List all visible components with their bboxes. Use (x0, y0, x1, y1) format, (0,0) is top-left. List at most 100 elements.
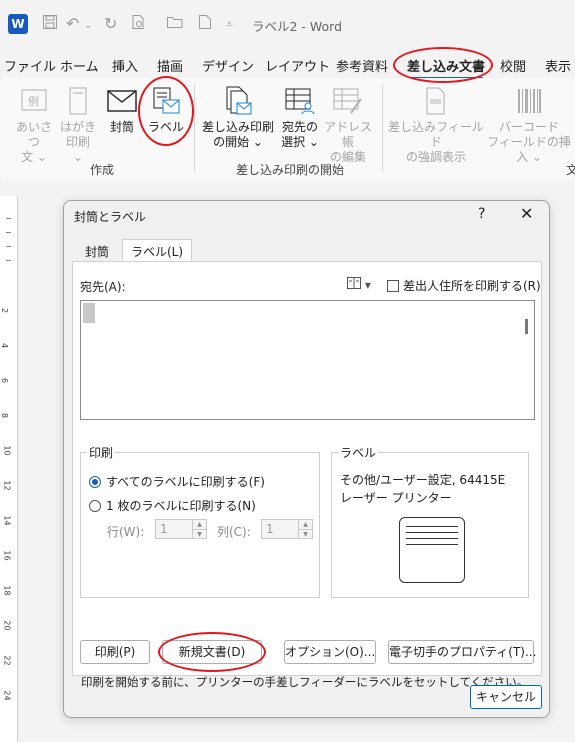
ruler-number: 22 (2, 655, 12, 666)
text-caret (83, 303, 95, 323)
print-single-label-label: 1 枚のラベルに印刷する(N) (106, 499, 256, 513)
print-group-legend: 印刷 (87, 444, 116, 461)
edit-recipient-list-label: アドレス帳 (323, 120, 372, 149)
tab-insert[interactable]: 挿入 (112, 56, 138, 75)
help-button[interactable]: ? (478, 206, 485, 222)
greeting-icon: 例 (19, 86, 49, 116)
redo-icon[interactable]: ↻ (104, 14, 117, 34)
scrollbar[interactable] (525, 319, 528, 334)
mail-merge-icon (223, 86, 253, 116)
ruler-number: 18 (2, 585, 12, 596)
address-book-icon (347, 277, 365, 292)
undo-icon[interactable]: ↶ (66, 14, 79, 34)
column-stepper[interactable]: 1 ▲ ▼ (261, 519, 313, 539)
cancel-button[interactable]: キャンセル (470, 685, 542, 709)
spin-up-icon[interactable]: ▲ (192, 520, 206, 529)
highlight-fields-icon (421, 86, 451, 116)
epostage-properties-button[interactable]: 電子切手のプロパティ(T)... (388, 640, 536, 664)
postcard-print-button[interactable]: はがき 印刷 ⌄ (60, 86, 96, 165)
ruler-number: 8 (0, 412, 10, 419)
labels-icon (151, 86, 181, 116)
chevron-down-icon[interactable]: ⌄ (84, 16, 92, 36)
select-recipients-label: 宛先の (281, 120, 318, 134)
ruler-number: 4 (0, 342, 10, 349)
options-button[interactable]: オプション(O)... (284, 640, 376, 664)
greeting-card-button[interactable]: 例 あいさつ 文 ⌄ (12, 86, 56, 165)
envelope-label: 封筒 (109, 120, 134, 134)
label-preview-image[interactable] (399, 517, 465, 583)
open-folder-icon[interactable] (166, 14, 184, 35)
start-mail-merge-label-2: の開始 ⌄ (213, 135, 263, 149)
chevron-down-icon: ▾ (364, 278, 371, 292)
write-group-label: 文 (566, 163, 575, 177)
labels-button[interactable]: ラベル (146, 86, 186, 135)
customize-qat-icon[interactable]: ⩡ (226, 14, 233, 34)
labels-tab-panel: 宛先(A): ▾ 差出人住所を印刷する(R) 印刷 すべてのラベルに印刷する(F… (72, 261, 542, 689)
insert-barcode-field-button[interactable]: バーコード フィールドの挿入 ⌄ (484, 86, 574, 165)
tab-draw[interactable]: 描画 (157, 56, 183, 75)
ruler-tick (6, 246, 11, 247)
ruler-number: 6 (0, 377, 10, 384)
spin-up-icon[interactable]: ▲ (298, 520, 312, 529)
tab-labels[interactable]: ラベル(L) (122, 239, 193, 261)
radio-dot (89, 500, 101, 512)
save-icon[interactable] (42, 14, 58, 35)
word-logo-icon: W (8, 14, 28, 34)
checkbox-box (387, 280, 399, 292)
ribbon: 例 あいさつ 文 ⌄ はがき 印刷 ⌄ 封筒 ラベル 作成 差し込み印刷 の開始… (0, 78, 575, 180)
insert-barcode-field-label: バーコード (498, 120, 559, 134)
print-preview-icon[interactable] (130, 14, 146, 35)
greeting-card-label-2: 文 ⌄ (21, 150, 47, 164)
ruler-number: 14 (2, 515, 12, 526)
tab-design[interactable]: デザイン (202, 56, 254, 75)
print-group: 印刷 すべてのラベルに印刷する(F) 1 枚のラベルに印刷する(N) 行(W):… (80, 444, 320, 598)
new-document-icon[interactable] (198, 14, 212, 35)
ruler-number: 2 (0, 307, 10, 314)
tab-view[interactable]: 表示 (545, 56, 571, 75)
ruler-tick (6, 232, 11, 233)
tab-home[interactable]: ホーム (60, 56, 99, 75)
ruler-number: 24 (2, 690, 12, 701)
preview-line (406, 538, 458, 539)
address-label: 宛先(A): (80, 280, 126, 294)
print-single-label-radio[interactable]: 1 枚のラベルに印刷する(N) (89, 497, 256, 514)
ruler-number: 10 (2, 445, 12, 456)
label-product-name: その他/ユーザー設定, 64415E (340, 473, 506, 487)
label-group-legend: ラベル (338, 444, 379, 461)
highlight-merge-fields-button[interactable]: 差し込みフィールド の強調表示 (388, 86, 484, 165)
print-all-labels-radio[interactable]: すべてのラベルに印刷する(F) (89, 473, 265, 490)
close-icon[interactable]: ✕ (520, 204, 533, 223)
tab-layout[interactable]: レイアウト (265, 56, 330, 75)
address-book-dropdown[interactable]: ▾ (347, 277, 371, 292)
row-stepper[interactable]: 1 ▲ ▼ (155, 519, 207, 539)
row-value: 1 (160, 522, 168, 536)
document-title: ラベル2 - Word (252, 19, 343, 34)
tab-envelopes[interactable]: 封筒 (76, 239, 118, 261)
tab-mailings[interactable]: 差し込み文書 (407, 56, 485, 80)
spin-down-icon[interactable]: ▼ (298, 529, 312, 538)
use-return-address-checkbox[interactable]: 差出人住所を印刷する(R) (387, 277, 541, 294)
address-textarea[interactable] (80, 300, 535, 420)
tab-references[interactable]: 参考資料 (336, 56, 388, 75)
spin-down-icon[interactable]: ▼ (192, 529, 206, 538)
use-return-address-label: 差出人住所を印刷する(R) (403, 279, 541, 293)
start-mail-merge-button[interactable]: 差し込み印刷 の開始 ⌄ (200, 86, 276, 150)
start-mail-merge-label: 差し込み印刷 (201, 120, 274, 134)
new-document-button[interactable]: 新規文書(D) (162, 640, 262, 664)
preview-line (406, 544, 458, 545)
tab-file[interactable]: ファイル (4, 56, 56, 75)
label-printer-type: レーザー プリンター (340, 491, 452, 505)
edit-list-icon (333, 86, 363, 116)
envelopes-and-labels-dialog: 封筒とラベル ? ✕ 封筒 ラベル(L) 宛先(A): ▾ 差出人住所を印刷する… (63, 200, 550, 718)
print-button[interactable]: 印刷(P) (80, 640, 150, 664)
preview-line (406, 532, 458, 533)
start-group-label: 差し込み印刷の開始 (236, 163, 345, 177)
insert-barcode-field-label-2: フィールドの挿入 ⌄ (487, 135, 571, 164)
edit-recipient-list-button[interactable]: アドレス帳 の編集 (322, 86, 374, 165)
envelope-button[interactable]: 封筒 (104, 86, 140, 135)
title-bar: W ↶ ⌄ ↻ ⩡ ラベル2 - Word (0, 0, 575, 48)
envelope-icon (107, 86, 137, 116)
tab-review[interactable]: 校閲 (500, 56, 526, 75)
label-group[interactable]: ラベル その他/ユーザー設定, 64415E レーザー プリンター (331, 444, 529, 598)
select-recipients-button[interactable]: 宛先の 選択 ⌄ (278, 86, 322, 150)
